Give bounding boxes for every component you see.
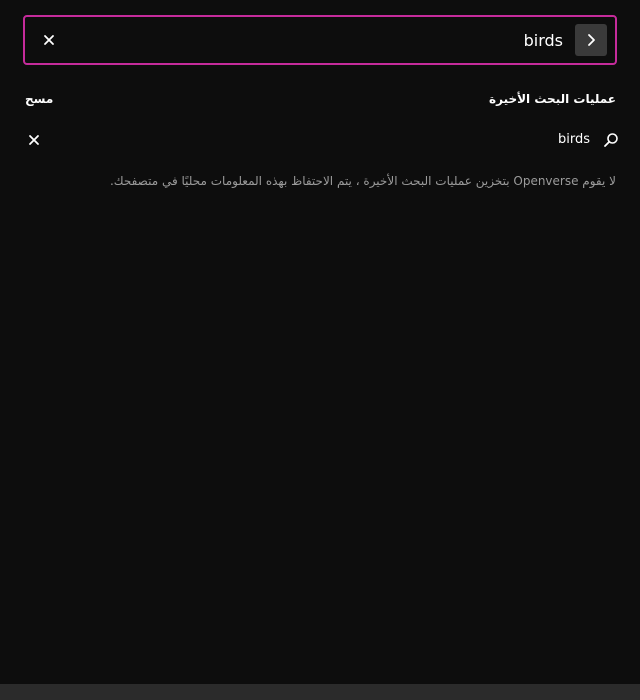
recent-search-item[interactable]: birds: [20, 126, 620, 154]
close-icon: [44, 35, 54, 45]
clear-recent-searches-button[interactable]: مسح: [25, 92, 53, 106]
search-input[interactable]: [103, 26, 563, 54]
recent-search-term: birds: [557, 132, 590, 147]
recent-searches-page: عمليات البحث الأخيرة مسح birds لا يقوم O…: [0, 0, 640, 700]
remove-recent-search-button[interactable]: [24, 130, 44, 150]
search-icon: [602, 131, 620, 149]
recent-searches-heading: عمليات البحث الأخيرة: [489, 92, 616, 106]
close-icon: [29, 135, 39, 145]
recent-searches-notice: لا يقوم Openverse بتخزين عمليات البحث ال…: [109, 174, 616, 188]
chevron-right-icon: [588, 34, 595, 46]
search-bar: [23, 15, 617, 65]
bottom-bar: [0, 684, 640, 700]
search-submit-button[interactable]: [575, 24, 607, 56]
clear-search-input-button[interactable]: [37, 28, 61, 52]
